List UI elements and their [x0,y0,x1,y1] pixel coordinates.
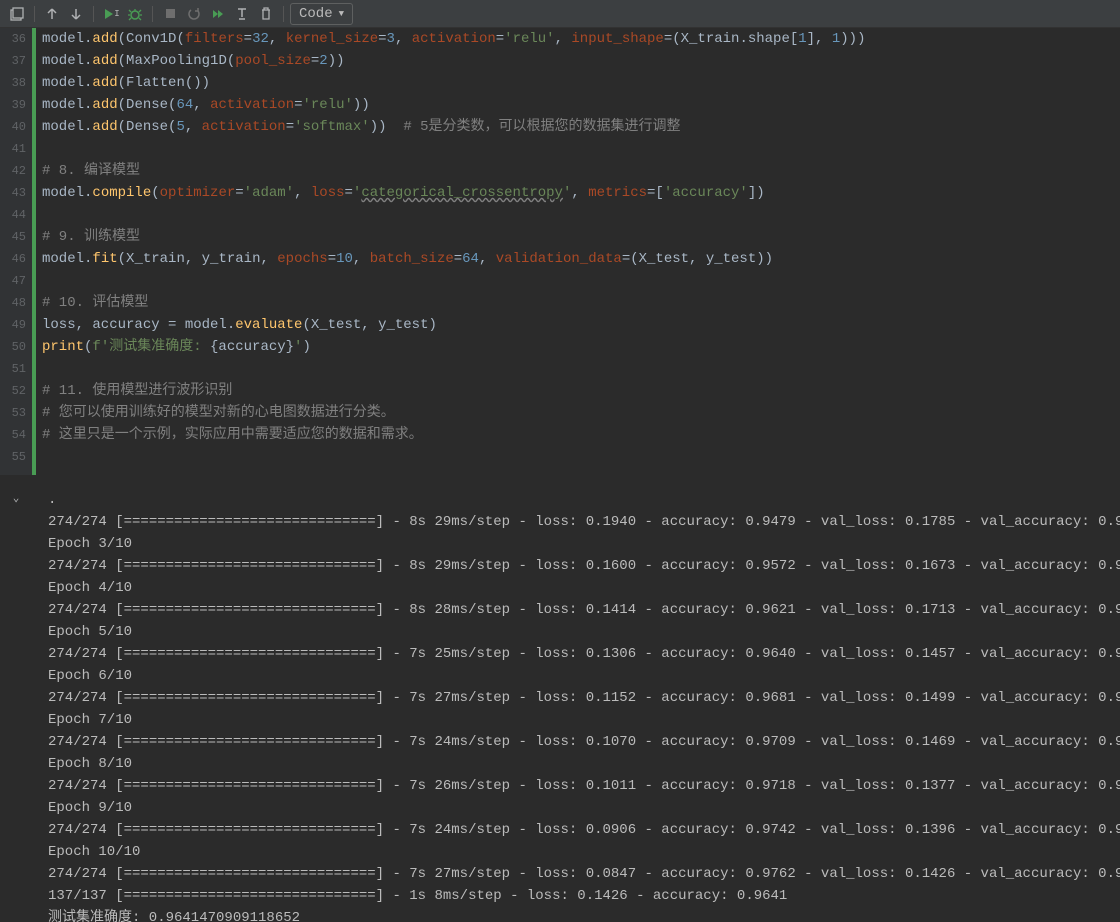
code-line[interactable]: model.add(Dense(5, activation='softmax')… [42,116,1120,138]
code-area[interactable]: model.add(Conv1D(filters=32, kernel_size… [32,28,1120,475]
code-line[interactable]: print(f'测试集准确度: {accuracy}') [42,336,1120,358]
code-line[interactable] [42,138,1120,160]
line-number: 48 [0,292,26,314]
line-number: 36 [0,28,26,50]
restart-button[interactable] [183,3,205,25]
line-number: 43 [0,182,26,204]
code-line[interactable] [42,358,1120,380]
line-number: 45 [0,226,26,248]
code-line[interactable]: # 这里只是一个示例，实际应用中需要适应您的数据和需求。 [42,424,1120,446]
code-line[interactable] [42,270,1120,292]
code-line[interactable]: model.add(Conv1D(filters=32, kernel_size… [42,28,1120,50]
code-line[interactable]: # 9. 训练模型 [42,226,1120,248]
line-number: 42 [0,160,26,182]
code-line[interactable]: loss, accuracy = model.evaluate(X_test, … [42,314,1120,336]
code-line[interactable]: model.fit(X_train, y_train, epochs=10, b… [42,248,1120,270]
code-line[interactable]: # 10. 评估模型 [42,292,1120,314]
line-number: 37 [0,50,26,72]
chevron-down-icon: ▼ [339,9,344,19]
line-number: 50 [0,336,26,358]
code-line[interactable]: model.add(MaxPooling1D(pool_size=2)) [42,50,1120,72]
toolbar-separator [283,6,284,22]
line-number: 46 [0,248,26,270]
code-editor[interactable]: 3637383940414243444546474849505152535455… [0,28,1120,475]
output-gutter: ⌄ [0,475,32,922]
line-number-gutter: 3637383940414243444546474849505152535455 [0,28,32,475]
variables-button[interactable] [231,3,253,25]
code-line[interactable]: model.add(Flatten()) [42,72,1120,94]
code-line[interactable]: # 您可以使用训练好的模型对新的心电图数据进行分类。 [42,402,1120,424]
code-line[interactable] [42,446,1120,468]
collapse-output-icon[interactable]: ⌄ [0,491,32,505]
line-number: 44 [0,204,26,226]
line-number: 52 [0,380,26,402]
stop-button[interactable] [159,3,181,25]
toolbar-separator [34,6,35,22]
code-line[interactable]: # 11. 使用模型进行波形识别 [42,380,1120,402]
cell-type-dropdown[interactable]: Code ▼ [290,3,353,25]
debug-cell-button[interactable] [124,3,146,25]
line-number: 51 [0,358,26,380]
code-line[interactable]: model.compile(optimizer='adam', loss='ca… [42,182,1120,204]
line-number: 40 [0,116,26,138]
line-number: 54 [0,424,26,446]
move-up-button[interactable] [41,3,63,25]
line-number: 53 [0,402,26,424]
move-down-button[interactable] [65,3,87,25]
cell-output[interactable]: . 274/274 [=============================… [32,475,1120,922]
line-number: 55 [0,446,26,468]
run-all-button[interactable] [207,3,229,25]
line-number: 47 [0,270,26,292]
line-number: 49 [0,314,26,336]
line-number: 41 [0,138,26,160]
cell-type-label: Code [299,6,333,22]
toolbar-separator [152,6,153,22]
notebook-toolbar: I Code ▼ [0,0,1120,28]
add-cell-button[interactable] [6,3,28,25]
code-line[interactable]: model.add(Dense(64, activation='relu')) [42,94,1120,116]
run-cell-button[interactable]: I [100,3,122,25]
code-line[interactable] [42,204,1120,226]
toolbar-separator [93,6,94,22]
line-number: 39 [0,94,26,116]
delete-button[interactable] [255,3,277,25]
line-number: 38 [0,72,26,94]
cell-output-region: ⌄ . 274/274 [===========================… [0,475,1120,922]
code-line[interactable]: # 8. 编译模型 [42,160,1120,182]
